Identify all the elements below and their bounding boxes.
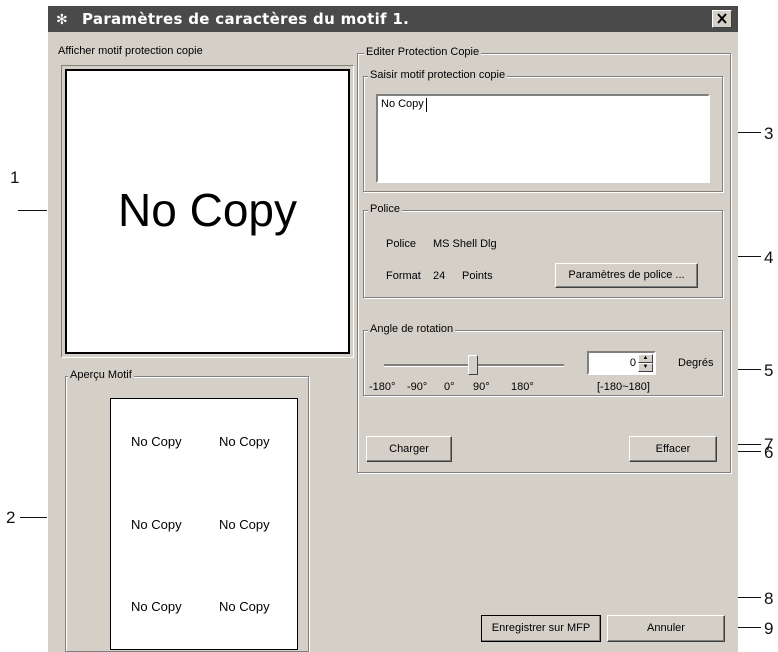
rotation-range: [-180~180]	[597, 381, 650, 393]
preview-page: No Copy No Copy No Copy No Copy No Copy …	[110, 398, 298, 650]
preview-label: Aperçu Motif	[68, 369, 134, 381]
rotation-tick-label: 0°	[444, 381, 455, 393]
rotation-tick-label: -180°	[369, 381, 396, 393]
dialog-window: ✻ Paramètres de caractères du motif 1. A…	[47, 5, 738, 652]
display-label: Afficher motif protection copie	[58, 45, 203, 57]
callout-3: 3	[764, 124, 774, 143]
rotation-value: 0	[629, 357, 636, 369]
save-to-mfp-button[interactable]: Enregistrer sur MFP	[481, 615, 601, 642]
preview-group: Aperçu Motif No Copy No Copy No Copy No …	[65, 369, 309, 652]
font-format-value: 24	[433, 270, 446, 282]
rotation-slider-thumb[interactable]	[468, 355, 478, 375]
font-group-label: Police	[368, 203, 402, 215]
preview-text: No Copy	[219, 599, 270, 614]
font-police-label: Police	[386, 238, 416, 250]
display-pattern-box: No Copy	[65, 69, 350, 354]
callout-7-label: 7	[764, 435, 774, 454]
display-pattern-text: No Copy	[118, 184, 297, 236]
rotation-tick-label: 180°	[511, 381, 534, 393]
callout-1: 1	[10, 168, 20, 187]
rotation-unit: Degrés	[678, 357, 714, 369]
font-format-unit: Points	[462, 270, 493, 282]
title-bar[interactable]: ✻ Paramètres de caractères du motif 1.	[48, 6, 738, 32]
clear-button-label: Effacer	[655, 443, 691, 455]
load-button-label: Charger	[389, 443, 429, 455]
rotation-group: Angle de rotation -180° -90° 0° 90° 180°…	[363, 323, 723, 396]
input-group-label: Saisir motif protection copie	[368, 69, 508, 81]
cancel-button-label: Annuler	[647, 622, 685, 634]
preview-text: No Copy	[219, 517, 270, 532]
edit-group: Editer Protection Copie Saisir motif pro…	[357, 46, 731, 473]
copy-pattern-input[interactable]: No Copy	[376, 94, 710, 183]
close-icon	[717, 13, 727, 24]
preview-text: No Copy	[131, 434, 182, 449]
edit-group-label: Editer Protection Copie	[364, 46, 482, 58]
preview-text: No Copy	[131, 517, 182, 532]
input-group: Saisir motif protection copie No Copy	[363, 69, 723, 192]
font-police-value: MS Shell Dlg	[433, 238, 497, 250]
callout-5: 5	[764, 361, 774, 380]
preview-text: No Copy	[131, 599, 182, 614]
font-settings-button-label: Paramètres de police ...	[568, 269, 685, 281]
rotation-group-label: Angle de rotation	[368, 323, 456, 335]
load-button[interactable]: Charger	[366, 436, 452, 462]
display-pattern-frame: No Copy	[61, 65, 354, 358]
font-format-label: Format	[386, 270, 421, 282]
rotation-value-input[interactable]: 0 ▲ ▼	[587, 351, 656, 375]
rotation-slider[interactable]	[384, 355, 564, 375]
clear-button[interactable]: Effacer	[629, 436, 717, 462]
callout-9: 9	[764, 619, 774, 638]
app-icon: ✻	[56, 11, 68, 27]
rotation-spinner[interactable]: ▲ ▼	[638, 354, 653, 372]
cancel-button[interactable]: Annuler	[607, 615, 725, 642]
rotation-tick-label: 90°	[473, 381, 490, 393]
window-title: Paramètres de caractères du motif 1.	[82, 10, 410, 28]
save-to-mfp-button-label: Enregistrer sur MFP	[491, 622, 591, 634]
callout-8: 8	[764, 589, 774, 608]
callout-4: 4	[764, 248, 774, 267]
copy-pattern-input-value: No Copy	[381, 98, 424, 110]
spin-down-button[interactable]: ▼	[638, 363, 653, 372]
close-button[interactable]	[712, 10, 732, 28]
callout-2: 2	[6, 508, 16, 527]
rotation-tick-label: -90°	[407, 381, 428, 393]
preview-text: No Copy	[219, 434, 270, 449]
font-group: Police Police MS Shell Dlg Format 24 Poi…	[363, 203, 723, 298]
text-caret	[426, 98, 427, 112]
spin-up-button[interactable]: ▲	[638, 354, 653, 363]
font-settings-button[interactable]: Paramètres de police ...	[555, 263, 698, 288]
